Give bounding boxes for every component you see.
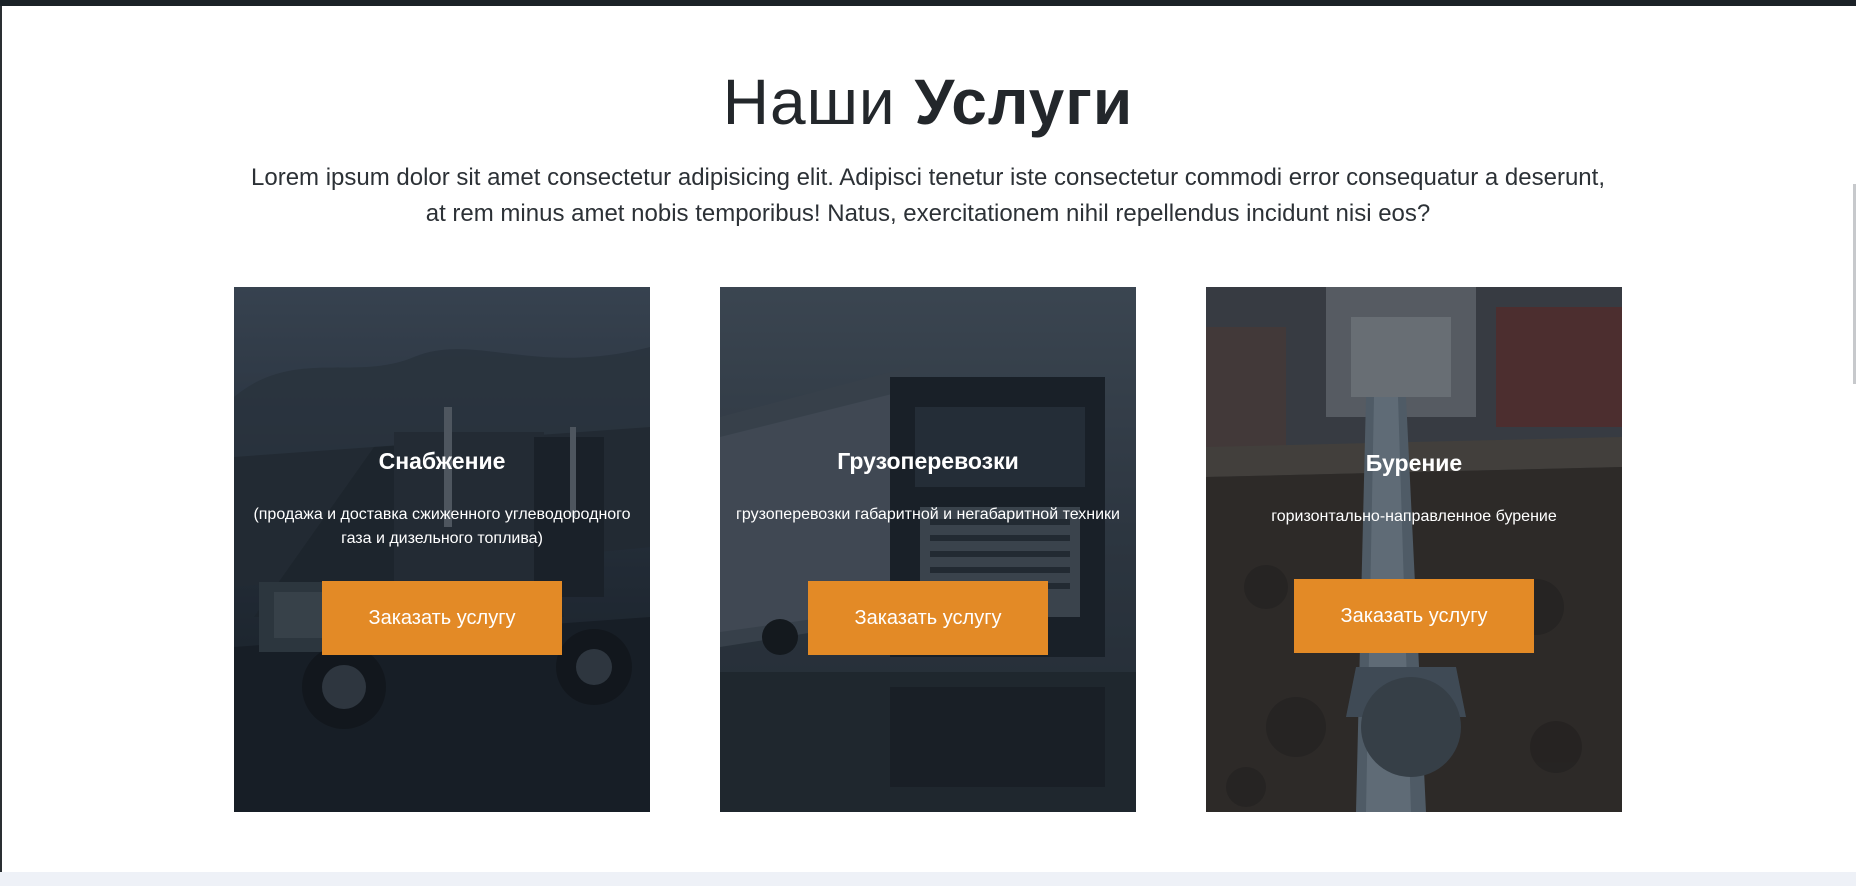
- section-description: Lorem ipsum dolor sit amet consectetur a…: [251, 164, 1605, 227]
- card-overlay: [1206, 287, 1622, 812]
- next-section-band: [0, 872, 1856, 886]
- card-description: грузоперевозки габаритной и негабаритной…: [736, 506, 1120, 523]
- section-heading: Наши Услуги: [0, 62, 1856, 142]
- card-overlay: [720, 287, 1136, 812]
- service-card-cargo: Грузоперевозки грузоперевозки габаритной…: [720, 287, 1136, 812]
- top-strip: [0, 0, 1856, 6]
- order-service-button[interactable]: Заказать услугу: [808, 581, 1048, 655]
- card-title: Снабжение: [378, 448, 506, 474]
- service-card-supply: Снабжение (продажа и доставка сжиженного…: [234, 287, 650, 812]
- order-service-button[interactable]: Заказать услугу: [322, 581, 562, 655]
- card-description: горизонтально-направленное бурение: [1271, 508, 1557, 525]
- card-title: Грузоперевозки: [837, 448, 1019, 474]
- card-description: (продажа и доставка сжиженного углеводор…: [253, 506, 631, 547]
- heading-regular: Наши: [722, 66, 896, 138]
- service-card-drilling: Бурение горизонтально-направленное бурен…: [1206, 287, 1622, 812]
- heading-bold: Услуги: [914, 66, 1134, 138]
- card-title: Бурение: [1365, 450, 1463, 476]
- order-service-button[interactable]: Заказать услугу: [1294, 579, 1534, 653]
